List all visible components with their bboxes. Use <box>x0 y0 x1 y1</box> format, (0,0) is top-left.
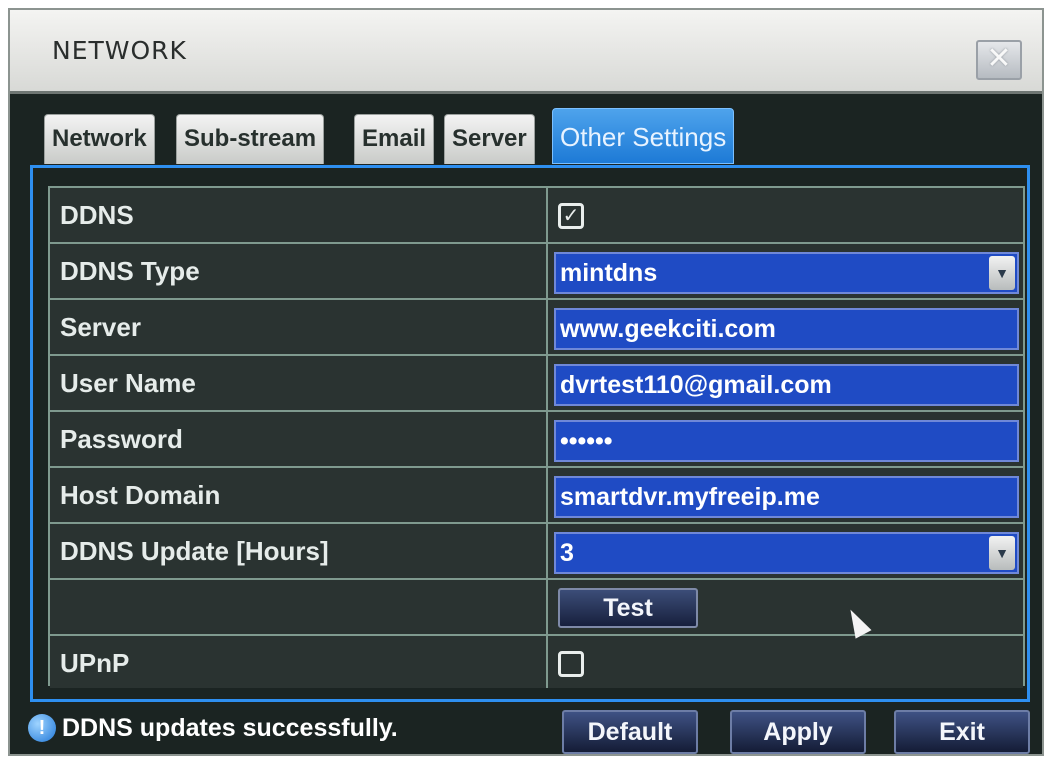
ddns-type-value: mintdns <box>560 259 658 287</box>
tab-network[interactable]: Network <box>44 114 155 164</box>
chevron-down-icon[interactable]: ▼ <box>989 536 1015 570</box>
ddns-checkbox[interactable]: ✓ <box>558 203 584 229</box>
status-message: DDNS updates successfully. <box>62 714 398 742</box>
row-password: Password •••••• <box>50 412 1023 468</box>
ddns-update-label: DDNS Update [Hours] <box>60 536 329 566</box>
row-server: Server www.geekciti.com <box>50 300 1023 356</box>
tab-email[interactable]: Email <box>354 114 435 164</box>
ddns-update-select[interactable]: 3 ▼ <box>554 532 1019 574</box>
window-title: NETWORK <box>52 36 187 65</box>
ddns-update-value: 3 <box>560 539 574 567</box>
tab-other-settings[interactable]: Other Settings <box>552 108 735 164</box>
default-button[interactable]: Default <box>562 710 698 754</box>
row-ddns-update: DDNS Update [Hours] 3 ▼ <box>50 524 1023 580</box>
row-user-name: User Name dvrtest110@gmail.com <box>50 356 1023 412</box>
status-bar: ! DDNS updates successfully. <box>28 708 398 748</box>
settings-panel: DDNS ✓ DDNS Type mintdns ▼ Server www.ge… <box>30 165 1030 702</box>
server-input[interactable]: www.geekciti.com <box>554 308 1019 350</box>
info-icon: ! <box>28 714 56 742</box>
title-bar: NETWORK ✕ <box>10 10 1042 94</box>
row-upnp: UPnP <box>50 636 1023 688</box>
row-ddns: DDNS ✓ <box>50 188 1023 244</box>
ddns-label: DDNS <box>60 200 134 230</box>
ddns-type-select[interactable]: mintdns ▼ <box>554 252 1019 294</box>
chevron-down-icon[interactable]: ▼ <box>989 256 1015 290</box>
row-test: Test <box>50 580 1023 636</box>
host-domain-input[interactable]: smartdvr.myfreeip.me <box>554 476 1019 518</box>
tab-sub-stream[interactable]: Sub-stream <box>176 114 325 164</box>
row-ddns-type: DDNS Type mintdns ▼ <box>50 244 1023 300</box>
network-window: NETWORK ✕ Network Sub-stream Email Serve… <box>8 8 1044 756</box>
server-label: Server <box>60 312 141 342</box>
apply-button[interactable]: Apply <box>730 710 866 754</box>
upnp-label: UPnP <box>60 648 130 678</box>
exit-button[interactable]: Exit <box>894 710 1030 754</box>
user-name-label: User Name <box>60 368 196 398</box>
upnp-checkbox[interactable] <box>558 651 584 677</box>
tab-server[interactable]: Server <box>444 114 535 164</box>
password-label: Password <box>60 424 183 454</box>
ddns-type-label: DDNS Type <box>60 256 200 286</box>
test-button[interactable]: Test <box>558 588 698 628</box>
password-input[interactable]: •••••• <box>554 420 1019 462</box>
host-domain-label: Host Domain <box>60 480 221 510</box>
close-icon[interactable]: ✕ <box>976 40 1022 80</box>
user-name-input[interactable]: dvrtest110@gmail.com <box>554 364 1019 406</box>
settings-table: DDNS ✓ DDNS Type mintdns ▼ Server www.ge… <box>48 186 1025 688</box>
row-host-domain: Host Domain smartdvr.myfreeip.me <box>50 468 1023 524</box>
